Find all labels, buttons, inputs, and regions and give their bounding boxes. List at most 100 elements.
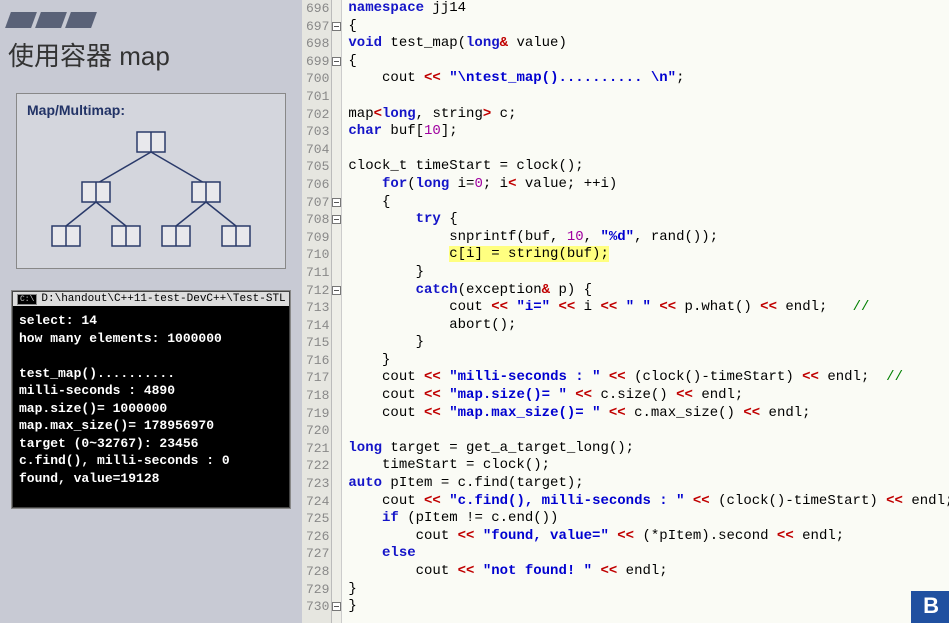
cmd-icon: C:\ <box>17 294 37 305</box>
code-line[interactable]: for(long i=0; i< value; ++i) <box>348 176 949 194</box>
code-line[interactable]: c[i] = string(buf); <box>348 246 949 264</box>
line-number: 724 <box>302 493 331 511</box>
code-line[interactable]: char buf[10]; <box>348 123 949 141</box>
code-line[interactable]: } <box>348 264 949 282</box>
fold-cell[interactable] <box>332 282 341 300</box>
slide-left-panel: 使用容器 map Map/Multimap: <box>0 0 302 623</box>
line-number: 705 <box>302 158 331 176</box>
line-number: 708 <box>302 211 331 229</box>
code-content[interactable]: namespace jj14{void test_map(long& value… <box>342 0 949 623</box>
fold-cell <box>332 563 341 581</box>
fold-cell <box>332 141 341 159</box>
fold-marker-icon[interactable] <box>332 286 341 295</box>
fold-cell[interactable] <box>332 18 341 36</box>
code-editor[interactable]: 6966976986997007017027037047057067077087… <box>302 0 949 623</box>
line-number: 728 <box>302 563 331 581</box>
fold-cell[interactable] <box>332 53 341 71</box>
fold-marker-icon[interactable] <box>332 57 341 66</box>
code-line[interactable]: } <box>348 352 949 370</box>
code-line[interactable]: void test_map(long& value) <box>348 35 949 53</box>
fold-marker-icon[interactable] <box>332 602 341 611</box>
fold-cell <box>332 106 341 124</box>
code-line[interactable] <box>348 88 949 106</box>
line-number: 718 <box>302 387 331 405</box>
fold-cell[interactable] <box>332 211 341 229</box>
fold-cell <box>332 246 341 264</box>
line-number: 721 <box>302 440 331 458</box>
line-number: 727 <box>302 545 331 563</box>
line-number: 707 <box>302 194 331 212</box>
code-line[interactable]: } <box>348 581 949 599</box>
code-line[interactable]: { <box>348 18 949 36</box>
line-number: 730 <box>302 598 331 616</box>
line-number: 722 <box>302 457 331 475</box>
fold-marker-icon[interactable] <box>332 22 341 31</box>
fold-cell <box>332 88 341 106</box>
code-line[interactable]: cout << "c.find(), milli-seconds : " << … <box>348 493 949 511</box>
fold-cell <box>332 123 341 141</box>
code-line[interactable]: if (pItem != c.end()) <box>348 510 949 528</box>
code-line[interactable]: else <box>348 545 949 563</box>
fold-cell <box>332 369 341 387</box>
code-line[interactable]: timeStart = clock(); <box>348 457 949 475</box>
line-number: 725 <box>302 510 331 528</box>
code-line[interactable]: snprintf(buf, 10, "%d", rand()); <box>348 229 949 247</box>
line-number: 717 <box>302 369 331 387</box>
code-line[interactable]: { <box>348 53 949 71</box>
code-line[interactable]: cout << "found, value=" << (*pItem).seco… <box>348 528 949 546</box>
line-number: 704 <box>302 141 331 159</box>
line-number: 709 <box>302 229 331 247</box>
fold-cell <box>332 0 341 18</box>
fold-column[interactable] <box>332 0 342 623</box>
fold-marker-icon[interactable] <box>332 198 341 207</box>
corner-badge: B <box>911 591 949 623</box>
line-number: 710 <box>302 246 331 264</box>
console-title-text: D:\handout\C++11-test-DevC++\Test-STL <box>41 293 285 305</box>
line-number: 701 <box>302 88 331 106</box>
line-number: 696 <box>302 0 331 18</box>
fold-cell <box>332 387 341 405</box>
code-line[interactable]: map<long, string> c; <box>348 106 949 124</box>
fold-cell <box>332 35 341 53</box>
line-number: 706 <box>302 176 331 194</box>
fold-cell <box>332 440 341 458</box>
line-number: 713 <box>302 299 331 317</box>
line-number: 703 <box>302 123 331 141</box>
map-diagram: Map/Multimap: <box>16 93 286 269</box>
code-line[interactable] <box>348 141 949 159</box>
code-line[interactable]: cout << "not found! " << endl; <box>348 563 949 581</box>
code-line[interactable]: namespace jj14 <box>348 0 949 18</box>
code-line[interactable]: } <box>348 598 949 616</box>
fold-cell <box>332 475 341 493</box>
console-window: C:\ D:\handout\C++11-test-DevC++\Test-ST… <box>12 291 290 508</box>
code-line[interactable]: long target = get_a_target_long(); <box>348 440 949 458</box>
line-number: 715 <box>302 334 331 352</box>
console-body: select: 14 how many elements: 1000000 te… <box>13 306 289 507</box>
code-line[interactable]: catch(exception& p) { <box>348 282 949 300</box>
fold-cell[interactable] <box>332 598 341 616</box>
code-line[interactable]: cout << "\ntest_map().......... \n"; <box>348 70 949 88</box>
code-line[interactable]: cout << "map.size()= " << c.size() << en… <box>348 387 949 405</box>
fold-cell <box>332 176 341 194</box>
line-number: 698 <box>302 35 331 53</box>
line-number: 700 <box>302 70 331 88</box>
code-line[interactable] <box>348 422 949 440</box>
fold-marker-icon[interactable] <box>332 215 341 224</box>
code-line[interactable]: } <box>348 334 949 352</box>
fold-cell[interactable] <box>332 194 341 212</box>
code-line[interactable]: abort(); <box>348 317 949 335</box>
code-line[interactable]: cout << "map.max_size()= " << c.max_size… <box>348 405 949 423</box>
line-number: 699 <box>302 53 331 71</box>
code-line[interactable]: clock_t timeStart = clock(); <box>348 158 949 176</box>
line-number: 720 <box>302 422 331 440</box>
code-line[interactable]: auto pItem = c.find(target); <box>348 475 949 493</box>
code-line[interactable]: cout << "i=" << i << " " << p.what() << … <box>348 299 949 317</box>
line-number: 714 <box>302 317 331 335</box>
fold-cell <box>332 317 341 335</box>
code-line[interactable]: cout << "milli-seconds : " << (clock()-t… <box>348 369 949 387</box>
code-line[interactable]: { <box>348 194 949 212</box>
fold-cell <box>332 405 341 423</box>
line-number: 711 <box>302 264 331 282</box>
code-line[interactable]: try { <box>348 211 949 229</box>
accent-decor <box>8 12 294 28</box>
